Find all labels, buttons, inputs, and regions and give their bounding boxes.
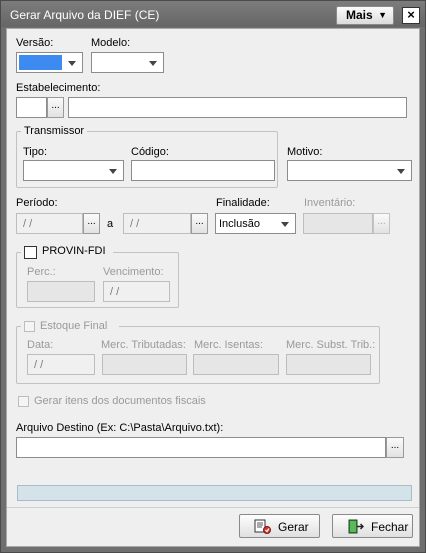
estoque-checkbox[interactable]: [24, 321, 35, 332]
vencimento-value: / /: [110, 286, 120, 298]
tributadas-label: Merc. Tributadas:: [101, 339, 186, 351]
isentas-input[interactable]: [193, 354, 279, 375]
inventario-label: Inventário:: [304, 197, 356, 209]
finalidade-select[interactable]: Inclusão: [215, 213, 296, 234]
periodo-inicio-input[interactable]: / /: [16, 213, 83, 234]
estabelecimento-name-input[interactable]: [68, 97, 407, 118]
chevron-down-icon: [109, 169, 117, 174]
gerar-label: Gerar: [278, 520, 309, 534]
estoque-title-label: Estoque Final: [40, 320, 108, 332]
chevron-down-icon: [397, 169, 405, 174]
periodo-a-label: a: [107, 218, 114, 230]
perc-label: Perc.:: [27, 266, 56, 278]
estoque-data-input[interactable]: / /: [27, 354, 95, 375]
chevron-down-icon: [149, 61, 157, 66]
fechar-button[interactable]: Fechar: [332, 514, 413, 538]
provin-group-title: PROVIN-FDI: [21, 245, 113, 259]
estoque-data-value: / /: [34, 359, 44, 371]
progress-bar: [17, 485, 412, 501]
versao-select[interactable]: [16, 52, 83, 73]
chevron-down-icon: [281, 222, 289, 227]
arquivo-destino-label: Arquivo Destino (Ex: C:\Pasta\Arquivo.tx…: [16, 422, 224, 434]
codigo-input[interactable]: [131, 160, 275, 181]
chevron-down-icon: [68, 61, 76, 66]
periodo-fim-value: / /: [130, 218, 140, 230]
close-button[interactable]: ×: [402, 7, 420, 24]
modelo-select[interactable]: [91, 52, 164, 73]
perc-input[interactable]: [27, 281, 95, 302]
inventario-input[interactable]: [303, 213, 373, 234]
periodo-inicio-calendar-button[interactable]: ...: [83, 213, 100, 234]
estabelecimento-code-input[interactable]: [16, 97, 47, 118]
motivo-label: Motivo:: [287, 146, 323, 158]
arquivo-destino-input[interactable]: [16, 437, 386, 458]
codigo-label: Código:: [131, 146, 169, 158]
mais-menu-button[interactable]: Mais ▼: [336, 6, 394, 25]
estoque-group-title: Estoque Final: [21, 320, 119, 334]
fechar-label: Fechar: [371, 520, 409, 534]
tributadas-input[interactable]: [102, 354, 187, 375]
mais-label: Mais: [346, 8, 373, 22]
periodo-fim-calendar-button[interactable]: ...: [191, 213, 208, 234]
subst-trib-input[interactable]: [286, 354, 371, 375]
title-bar: Gerar Arquivo da DIEF (CE) Mais ▼ ×: [1, 1, 425, 27]
periodo-fim-input[interactable]: / /: [123, 213, 191, 234]
tipo-label: Tipo:: [23, 146, 48, 158]
arquivo-browse-button[interactable]: ...: [386, 437, 404, 458]
tipo-select[interactable]: [23, 160, 124, 181]
close-door-icon: [348, 519, 364, 534]
provin-checkbox[interactable]: [24, 246, 37, 259]
vencimento-input[interactable]: / /: [103, 281, 170, 302]
close-icon: ×: [407, 7, 415, 22]
motivo-select[interactable]: [287, 160, 412, 181]
generate-file-icon: [254, 519, 271, 534]
inventario-calendar-button[interactable]: ...: [373, 213, 390, 234]
periodo-inicio-value: / /: [23, 218, 33, 230]
periodo-label: Período:: [16, 197, 58, 209]
estoque-data-label: Data:: [27, 339, 54, 351]
versao-label: Versão:: [16, 37, 54, 49]
provin-title-label: PROVIN-FDI: [42, 245, 106, 257]
gerar-button[interactable]: Gerar: [239, 514, 320, 538]
gerar-itens-checkbox[interactable]: [18, 396, 29, 407]
isentas-label: Merc. Isentas:: [194, 339, 264, 351]
estabelecimento-browse-button[interactable]: ...: [47, 97, 64, 118]
chevron-down-icon: ▼: [378, 10, 387, 20]
finalidade-label: Finalidade:: [216, 197, 270, 209]
estabelecimento-label: Estabelecimento:: [16, 82, 101, 94]
window-title: Gerar Arquivo da DIEF (CE): [10, 8, 160, 22]
modelo-label: Modelo:: [91, 37, 131, 49]
vencimento-label: Vencimento:: [103, 266, 164, 278]
subst-trib-label: Merc. Subst. Trib.:: [286, 339, 376, 351]
gerar-itens-label: Gerar itens dos documentos fiscais: [34, 395, 206, 407]
finalidade-value: Inclusão: [219, 218, 260, 230]
footer-separator: [7, 507, 419, 508]
transmissor-group-title: Transmissor: [21, 125, 88, 137]
dialog-body: Versão: Modelo: Estabelecimento: ... Tra…: [6, 28, 420, 547]
versao-selection-highlight: [19, 55, 62, 70]
